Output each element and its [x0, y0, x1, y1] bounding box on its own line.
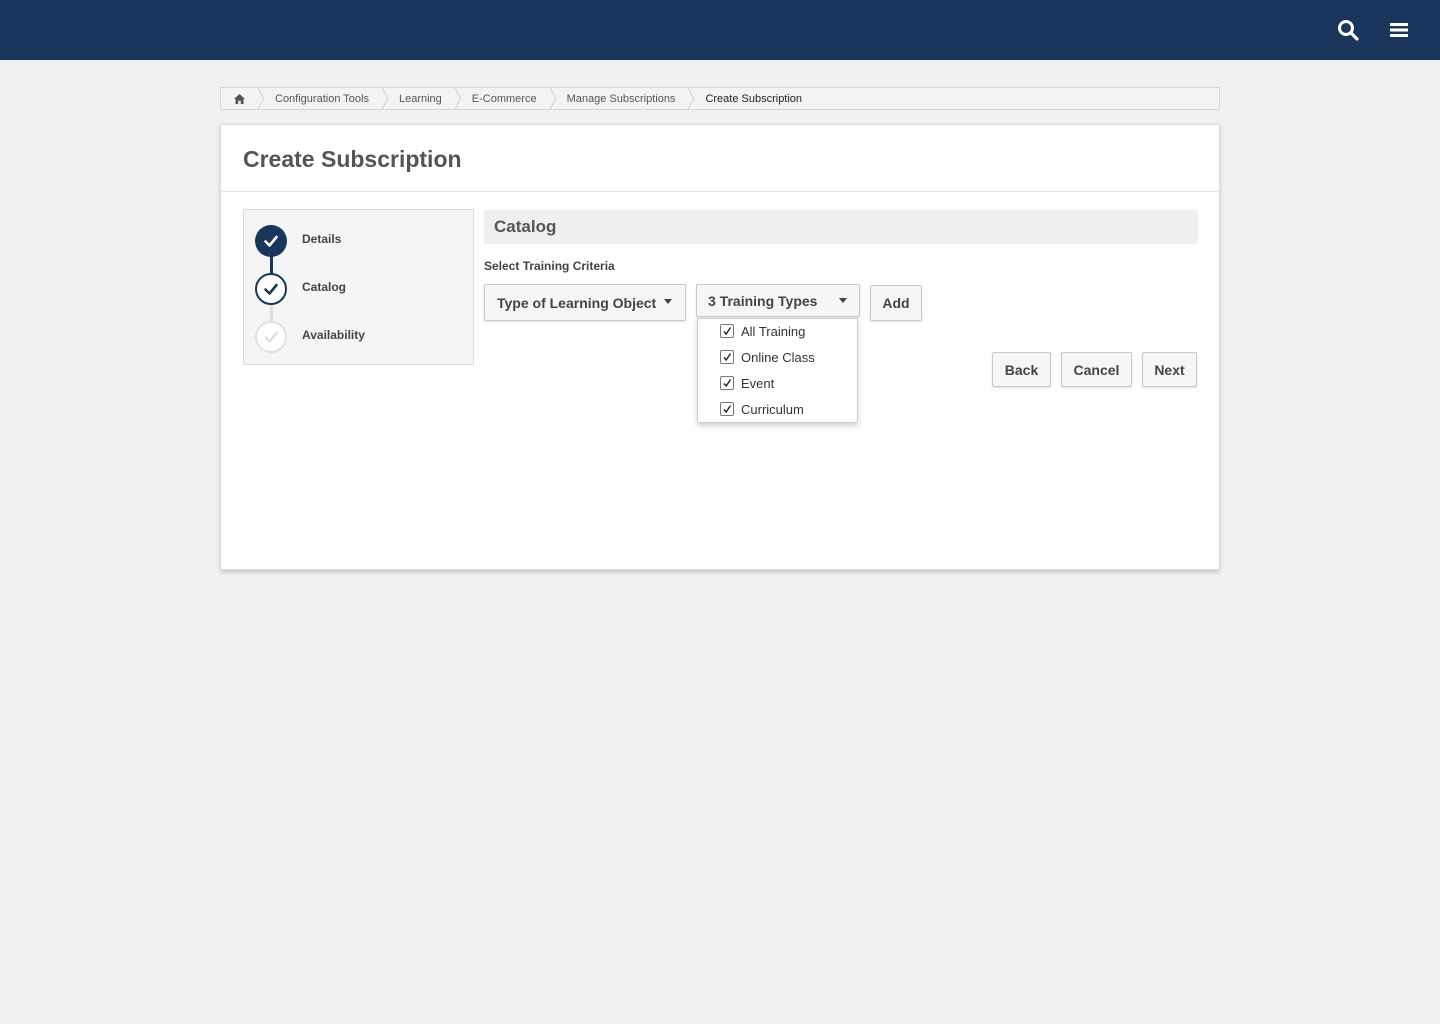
option-curriculum[interactable]: Curriculum: [720, 400, 804, 418]
breadcrumb-separator: [688, 88, 695, 109]
breadcrumb-item-manage-subscriptions[interactable]: Manage Subscriptions: [557, 93, 688, 105]
step-catalog[interactable]: Catalog: [302, 280, 346, 294]
breadcrumb-separator: [549, 88, 556, 109]
home-icon: [233, 93, 245, 104]
breadcrumb-home[interactable]: [221, 88, 257, 109]
menu-icon[interactable]: [1387, 18, 1411, 42]
step-connector: [270, 302, 273, 322]
back-button[interactable]: Back: [992, 352, 1051, 387]
back-button-label: Back: [1004, 361, 1039, 378]
caret-down-icon: [839, 298, 847, 303]
step-pending-icon: [255, 321, 287, 353]
option-label: All Training: [741, 323, 806, 339]
option-label: Event: [741, 375, 775, 391]
breadcrumb-item-create-subscription: Create Subscription: [705, 92, 803, 105]
option-label: Curriculum: [741, 401, 804, 417]
learning-object-type-label: Type of Learning Object: [497, 294, 657, 311]
next-button[interactable]: Next: [1142, 352, 1197, 387]
breadcrumb: Configuration Tools Learning E-Commerce …: [220, 87, 1220, 110]
caret-down-icon: [664, 299, 672, 304]
breadcrumb-separator: [381, 88, 389, 109]
checkbox-checked-icon[interactable]: [720, 376, 734, 390]
page-title: Create Subscription: [243, 146, 462, 172]
step-current-icon: [255, 273, 287, 305]
title-divider: [221, 191, 1219, 192]
option-online-class[interactable]: Online Class: [720, 348, 815, 366]
step-connector: [270, 254, 273, 274]
checkbox-checked-icon[interactable]: [720, 350, 734, 364]
breadcrumb-item-configuration-tools[interactable]: Configuration Tools: [265, 93, 381, 105]
next-button-label: Next: [1154, 361, 1185, 378]
training-types-dropdown[interactable]: 3 Training Types: [696, 284, 860, 317]
breadcrumb-item-e-commerce[interactable]: E-Commerce: [462, 93, 549, 105]
breadcrumb-separator: [257, 88, 265, 109]
cancel-button[interactable]: Cancel: [1061, 352, 1132, 387]
breadcrumb-item-learning[interactable]: Learning: [389, 93, 454, 105]
search-icon[interactable]: [1336, 18, 1360, 42]
step-availability[interactable]: Availability: [302, 328, 365, 342]
main-card: Create Subscription Details Catalog Avai…: [220, 124, 1220, 570]
option-label: Online Class: [741, 349, 815, 365]
option-event[interactable]: Event: [720, 374, 774, 392]
breadcrumb-separator: [454, 88, 462, 109]
checkbox-checked-icon[interactable]: [720, 402, 734, 416]
top-bar: [0, 0, 1440, 60]
training-types-label: 3 Training Types: [708, 292, 818, 309]
step-completed-icon: [255, 225, 287, 257]
option-all-training[interactable]: All Training: [720, 322, 805, 340]
training-types-menu: All Training Online Class Event Curricul…: [697, 318, 858, 423]
cancel-button-label: Cancel: [1073, 361, 1120, 378]
criteria-label: Select Training Criteria: [484, 259, 615, 273]
steps-panel: Details Catalog Availability: [243, 209, 474, 365]
learning-object-type-dropdown[interactable]: Type of Learning Object: [484, 284, 686, 321]
section-title: Catalog: [484, 210, 1198, 244]
add-button[interactable]: Add: [870, 285, 922, 321]
add-button-label: Add: [882, 295, 910, 311]
step-details[interactable]: Details: [302, 232, 341, 246]
checkbox-checked-icon[interactable]: [720, 324, 734, 338]
